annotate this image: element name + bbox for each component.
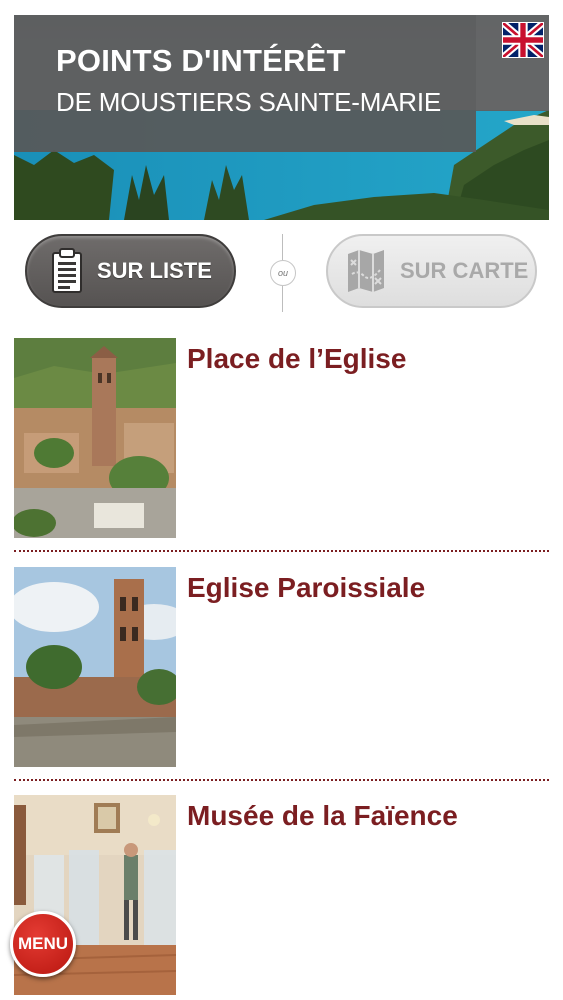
app-screen: POINTS D'INTÉRÊT DE MOUSTIERS SAINTE-MAR…: [0, 0, 563, 1000]
or-separator: ou: [262, 234, 304, 312]
eglise-paroissiale-thumbnail: [14, 567, 176, 767]
poi-title: Place de l’Eglise: [187, 343, 407, 374]
poi-title: Eglise Paroissiale: [187, 572, 426, 603]
map-view-label: SUR CARTE: [400, 258, 529, 283]
title-overlay: POINTS D'INTÉRÊT DE MOUSTIERS SAINTE-MAR…: [14, 15, 476, 152]
page-title: POINTS D'INTÉRÊT: [56, 43, 346, 78]
folded-map-icon: [348, 250, 384, 292]
list-view-label: SUR LISTE: [97, 258, 212, 283]
menu-button[interactable]: MENU: [10, 911, 76, 977]
header-banner: POINTS D'INTÉRÊT DE MOUSTIERS SAINTE-MAR…: [14, 15, 549, 220]
map-view-button[interactable]: SUR CARTE: [326, 234, 537, 308]
page-subtitle: DE MOUSTIERS SAINTE-MARIE: [56, 87, 442, 117]
list-item[interactable]: Place de l’Eglise: [14, 338, 549, 538]
clipboard-list-icon: [52, 248, 82, 293]
list-item[interactable]: Eglise Paroissiale: [14, 567, 549, 767]
place-eglise-thumbnail: [14, 338, 176, 538]
uk-flag-icon[interactable]: [502, 22, 544, 58]
list-divider: [14, 779, 549, 781]
list-divider: [14, 550, 549, 552]
list-item[interactable]: Musée de la Faïence: [14, 795, 549, 995]
poi-title: Musée de la Faïence: [187, 800, 458, 831]
list-view-button[interactable]: SUR LISTE: [25, 234, 236, 308]
or-label: ou: [270, 260, 296, 286]
